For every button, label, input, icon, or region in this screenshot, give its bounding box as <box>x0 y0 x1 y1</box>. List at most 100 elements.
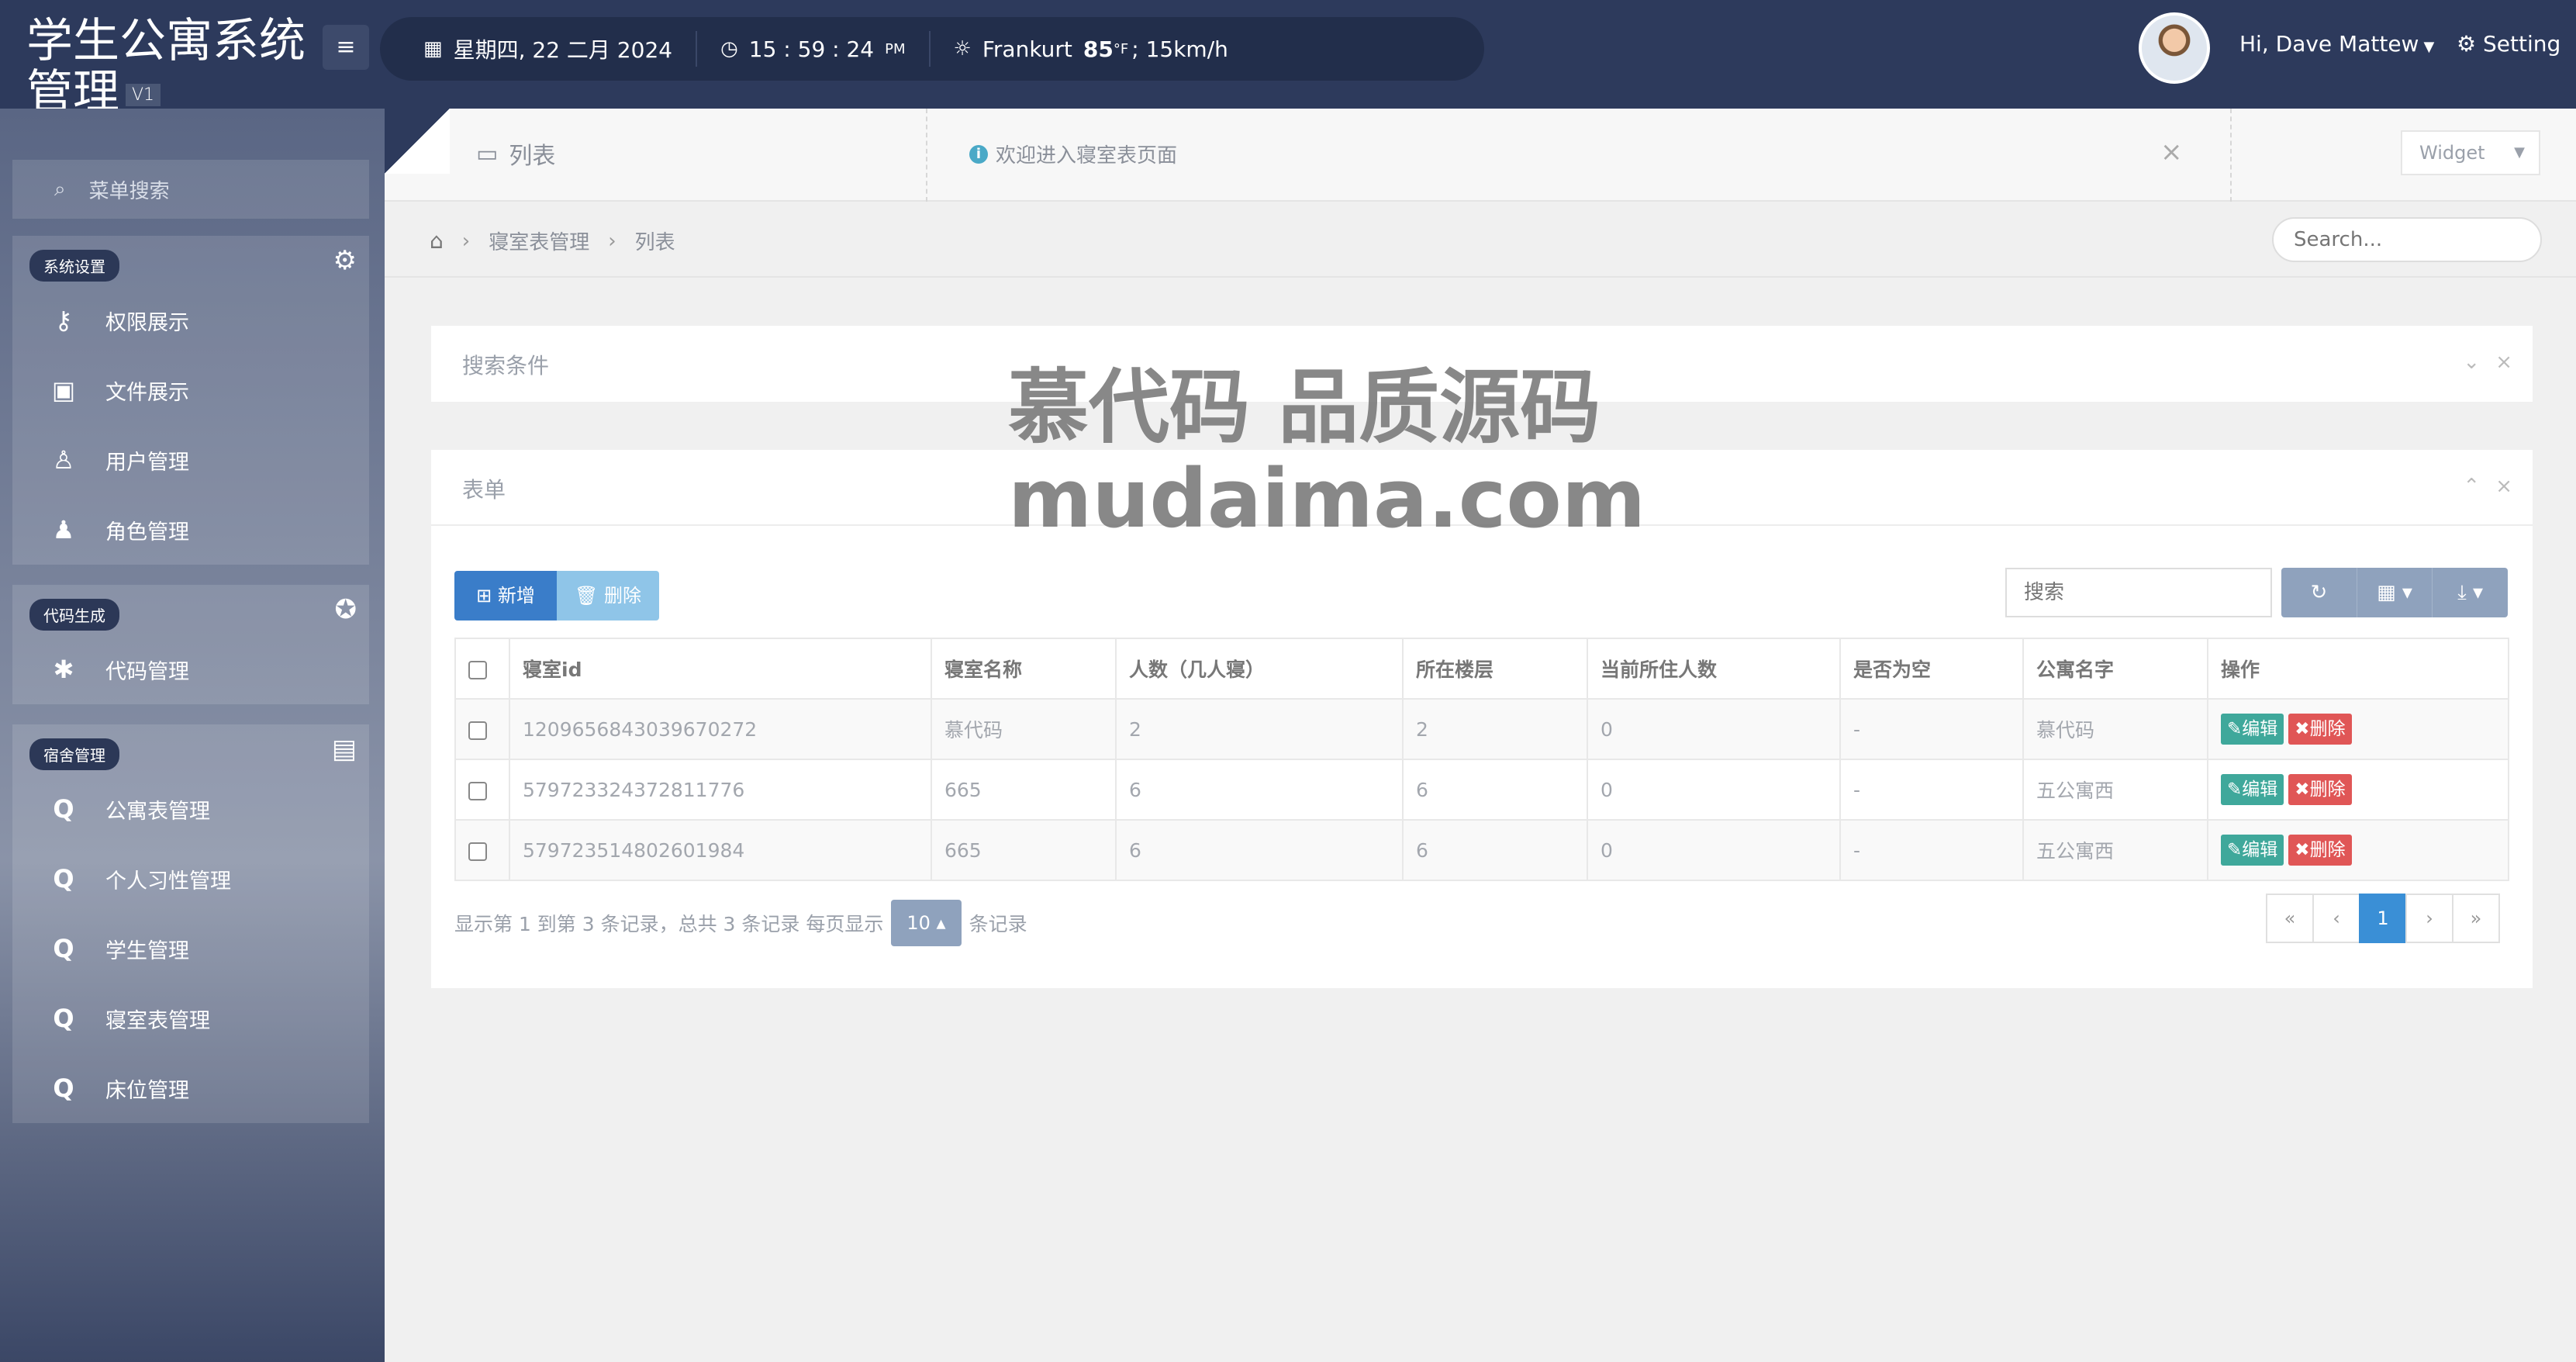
sidebar-item-beds[interactable]: Q 床位管理 <box>12 1053 369 1123</box>
cell-is-empty: - <box>1839 819 2024 881</box>
column-header[interactable]: 是否为空 <box>1839 638 2024 700</box>
delete-button[interactable]: ✖删除 <box>2288 835 2352 866</box>
close-icon[interactable]: × <box>2160 137 2183 168</box>
sidebar-item-roles[interactable]: ♟ 角色管理 <box>12 495 369 565</box>
cell-name: 慕代码 <box>931 698 1117 760</box>
page-size-dropdown[interactable]: 10 ▴ <box>891 900 962 946</box>
table-search-input[interactable] <box>2005 568 2272 617</box>
export-icon[interactable]: ⤓ ▾ <box>2433 568 2508 617</box>
last-page-button[interactable]: » <box>2452 894 2500 943</box>
cell-id: 579723324372811776 <box>509 759 932 821</box>
plus-icon: ⊞ <box>476 585 492 607</box>
close-icon[interactable]: × <box>2495 351 2512 374</box>
column-header[interactable]: 所在楼层 <box>1402 638 1588 700</box>
notice-text: 欢迎进入寝室表页面 <box>996 144 1178 168</box>
delete-button[interactable]: ✖删除 <box>2288 774 2352 805</box>
weather-segment: ☼ Frankurt 85 °F ; 15km/h <box>954 31 1252 67</box>
home-icon[interactable]: ⌂ <box>430 228 444 254</box>
clock-icon: ◷ <box>720 37 738 60</box>
menu-search[interactable]: ⌕ 菜单搜索 <box>12 160 369 219</box>
edit-icon: ✎ <box>2227 719 2243 739</box>
user-greeting: Hi, Dave Mattew <box>2239 31 2419 57</box>
select-all-checkbox[interactable] <box>468 660 487 679</box>
table-row[interactable]: 579723324372811776 665 6 6 0 - 五公寓西 ✎编辑 ✖… <box>454 759 2509 821</box>
weather-icon: ☼ <box>953 37 972 60</box>
tab-title: 列表 <box>509 143 556 170</box>
sidebar-item-users[interactable]: ♙ 用户管理 <box>12 425 369 495</box>
global-search-input[interactable] <box>2272 217 2542 262</box>
sidebar-item-code[interactable]: ✱ 代码管理 <box>12 634 369 704</box>
sidebar-item-apartments[interactable]: Q 公寓表管理 <box>12 774 369 844</box>
sidebar-item-label: 代码管理 <box>105 659 189 684</box>
caret-up-icon: ▴ <box>936 912 946 934</box>
cell-name: 665 <box>931 819 1117 881</box>
time-text: 15 : 59 : 24 <box>748 36 875 62</box>
next-page-button[interactable]: › <box>2405 894 2453 943</box>
edit-icon: ✎ <box>2227 840 2243 860</box>
column-header[interactable]: 当前所住人数 <box>1587 638 1841 700</box>
table-row[interactable]: 579723514802601984 665 6 6 0 - 五公寓西 ✎编辑 ✖… <box>454 819 2509 881</box>
cell-floor: 6 <box>1402 819 1588 881</box>
bulk-delete-button[interactable]: 🗑 删除 <box>557 571 659 621</box>
cell-occupants: 0 <box>1587 698 1841 760</box>
gear-icon: ⚙ <box>2457 31 2477 57</box>
setting-label: Setting <box>2483 31 2561 57</box>
column-header[interactable]: 人数（几人寝） <box>1115 638 1404 700</box>
close-icon[interactable]: × <box>2495 475 2512 498</box>
cell-is-empty: - <box>1839 759 2024 821</box>
sidebar-item-students[interactable]: Q 学生管理 <box>12 914 369 983</box>
key-icon: ⚷ <box>54 306 73 335</box>
row-checkbox[interactable] <box>468 781 487 800</box>
app-title: 学生公寓系统管理 <box>26 14 306 119</box>
chevron-down-icon: ▼ <box>2514 144 2525 161</box>
delete-label: 删除 <box>604 585 642 607</box>
sidebar-item-dorms[interactable]: Q 寝室表管理 <box>12 983 369 1053</box>
panel-title: 搜索条件 <box>462 353 550 379</box>
cell-occupants: 0 <box>1587 819 1841 881</box>
row-checkbox[interactable] <box>468 842 487 861</box>
first-page-button[interactable]: « <box>2266 894 2314 943</box>
edit-button[interactable]: ✎编辑 <box>2221 835 2284 866</box>
group-code-gen: 代码生成 ✪ ✱ 代码管理 <box>12 585 369 704</box>
refresh-icon[interactable]: ↻ <box>2281 568 2357 617</box>
table-row[interactable]: 1209656843039670272 慕代码 2 2 0 - 慕代码 ✎编辑 ✖… <box>454 698 2509 760</box>
q-icon: Q <box>53 794 74 824</box>
table-panel: 表单 ⌃ × ⊞ 新增 🗑 删除 ↻ ▦ ▾ ⤓ ▾ 寝室id 寝室名称 人数（… <box>431 450 2533 988</box>
add-button[interactable]: ⊞ 新增 <box>454 571 557 621</box>
contact-card-icon[interactable]: ▤ <box>332 734 357 765</box>
chevron-down-icon[interactable]: ⌄ <box>2463 351 2480 374</box>
corner-fold <box>385 109 450 174</box>
breadcrumb-item[interactable]: 寝室表管理 <box>489 226 589 255</box>
setting-link[interactable]: ⚙ Setting <box>2457 31 2560 57</box>
app-brand: 学生公寓系统管理 V1 <box>26 16 321 121</box>
edit-button[interactable]: ✎编辑 <box>2221 774 2284 805</box>
pagination-suffix: 条记录 <box>969 913 1027 935</box>
avatar[interactable] <box>2139 12 2210 84</box>
sidebar-item-habits[interactable]: Q 个人习性管理 <box>12 844 369 914</box>
column-header[interactable]: 寝室名称 <box>931 638 1117 700</box>
page-button[interactable]: 1 <box>2359 894 2407 943</box>
sidebar-item-label: 寝室表管理 <box>105 1008 210 1033</box>
chevron-up-icon[interactable]: ⌃ <box>2463 475 2480 498</box>
prev-page-button[interactable]: ‹ <box>2312 894 2360 943</box>
delete-button[interactable]: ✖删除 <box>2288 714 2352 745</box>
sidebar-item-files[interactable]: ▣ 文件展示 <box>12 355 369 425</box>
menu-toggle-button[interactable]: ≡ <box>323 25 369 70</box>
sidebar-item-permissions[interactable]: ⚷ 权限展示 <box>12 285 369 355</box>
column-header[interactable]: 公寓名字 <box>2022 638 2208 700</box>
user-menu[interactable]: Hi, Dave Mattew ▼ <box>2239 31 2434 57</box>
sidebar-item-label: 角色管理 <box>105 520 189 544</box>
column-header[interactable]: 寝室id <box>509 638 932 700</box>
rebel-icon[interactable]: ✪ <box>335 594 357 625</box>
cell-apartment: 五公寓西 <box>2022 759 2208 821</box>
gear-icon[interactable]: ⚙ <box>333 245 357 276</box>
row-checkbox[interactable] <box>468 721 487 740</box>
group-tag: 系统设置 <box>29 250 119 282</box>
tab-list[interactable]: ▭ 列表 <box>476 137 555 171</box>
edit-button[interactable]: ✎编辑 <box>2221 714 2284 745</box>
widget-dropdown[interactable]: Widget ▼ <box>2401 130 2540 175</box>
info-icon: i <box>969 144 988 164</box>
panel-title: 表单 <box>462 477 506 503</box>
columns-icon[interactable]: ▦ ▾ <box>2357 568 2433 617</box>
pagination-info: 显示第 1 到第 3 条记录，总共 3 条记录 每页显示 10 ▴ 条记录 <box>454 900 1027 946</box>
